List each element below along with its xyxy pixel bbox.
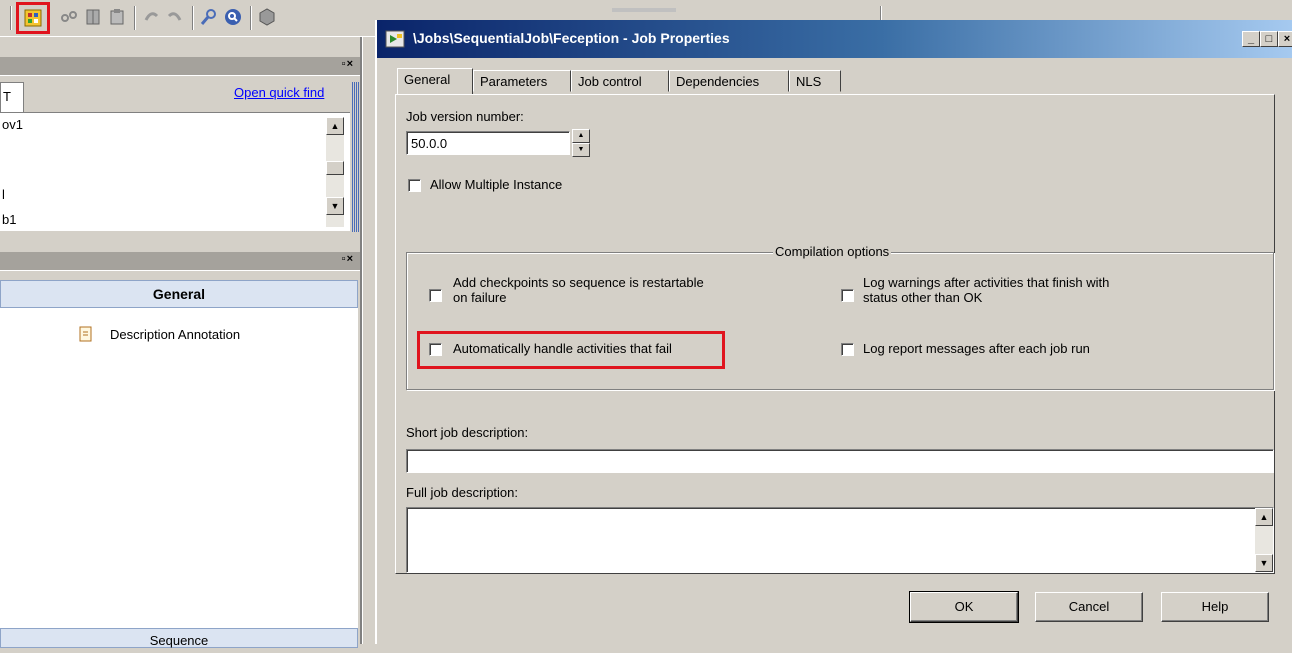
cancel-button[interactable]: Cancel (1035, 592, 1143, 622)
close-icon[interactable]: × (1278, 31, 1292, 47)
palette-sequence-header[interactable]: Sequence (0, 628, 358, 648)
log-report-messages-checkbox[interactable] (841, 343, 854, 356)
pane-splitter[interactable] (360, 37, 363, 644)
scroll-down-icon[interactable]: ▼ (1255, 554, 1273, 572)
general-tab-panel: Job version number: ▲ ▼ Allow Multiple I… (395, 94, 1275, 574)
toolbar-separator (134, 6, 136, 30)
short-description-label: Short job description: (406, 425, 529, 440)
list-item[interactable]: ov1 (2, 117, 23, 132)
allow-multiple-instance-label[interactable]: Allow Multiple Instance (430, 177, 562, 192)
search-icon[interactable] (224, 8, 242, 26)
maximize-icon[interactable]: □ (1260, 31, 1278, 47)
toolbar-separator (10, 6, 12, 30)
repository-scrollbar[interactable]: ▲ ▼ (326, 117, 344, 227)
log-warnings-line1: Log warnings after activities that finis… (863, 275, 1110, 290)
annotation-icon[interactable] (78, 326, 94, 342)
tab-label: Parameters (480, 74, 548, 89)
toolbar-separator (250, 6, 252, 30)
palette-body: Description Annotation (0, 308, 358, 628)
list-item[interactable]: l (2, 187, 5, 202)
scroll-down-icon[interactable]: ▼ (326, 197, 344, 215)
panel-window-buttons[interactable]: ▫× (342, 253, 354, 265)
link-icon[interactable] (60, 8, 78, 26)
repository-list[interactable]: ov1 l b1 ▲ ▼ (0, 112, 350, 231)
log-warnings-line2: status other than OK (863, 290, 983, 305)
short-description-input[interactable] (406, 449, 1274, 473)
job-sequence-icon (385, 30, 405, 48)
panel-window-buttons[interactable]: ▫× (342, 58, 354, 70)
allow-multiple-instance-checkbox[interactable] (408, 179, 421, 192)
tab-job-control[interactable]: Job control (571, 70, 669, 92)
tab-nls[interactable]: NLS (789, 70, 841, 92)
tab-parameters[interactable]: Parameters (473, 70, 571, 92)
redo-icon[interactable] (166, 8, 184, 26)
clipboard-icon[interactable] (108, 8, 126, 26)
add-checkpoints-line1: Add checkpoints so sequence is restartab… (453, 275, 704, 290)
log-report-messages-label[interactable]: Log report messages after each job run (863, 341, 1090, 356)
repository-panel-titlebar: ▫× (0, 57, 360, 76)
tab-label: Dependencies (676, 74, 760, 89)
log-warnings-checkbox[interactable] (841, 289, 854, 302)
job-version-spinner[interactable]: ▲ ▼ (572, 129, 590, 157)
quick-find-splitter[interactable] (352, 82, 360, 232)
auto-handle-failures-checkbox[interactable] (429, 343, 442, 356)
dialog-title: \Jobs\SequentialJob\Feception - Job Prop… (413, 30, 730, 46)
tab-label: NLS (796, 74, 822, 89)
spin-down-icon[interactable]: ▼ (572, 143, 590, 157)
help-button[interactable]: Help (1161, 592, 1269, 622)
full-description-text (407, 508, 1273, 512)
repository-tab[interactable]: T (0, 82, 24, 113)
full-description-label: Full job description: (406, 485, 518, 500)
job-version-input[interactable] (406, 131, 570, 155)
palette-item-label[interactable]: Description Annotation (110, 327, 240, 342)
tab-label: Job control (578, 74, 642, 89)
book-icon[interactable] (84, 8, 102, 26)
compilation-options-group: Compilation options Add checkpoints so s… (406, 244, 1274, 390)
add-checkpoints-line2: on failure (453, 290, 507, 305)
auto-handle-failures-label[interactable]: Automatically handle activities that fai… (453, 341, 672, 356)
scroll-up-icon[interactable]: ▲ (326, 117, 344, 135)
minimize-icon[interactable]: _ (1242, 31, 1260, 47)
full-description-scrollbar[interactable]: ▲ ▼ (1255, 508, 1273, 572)
palette-panel-titlebar: ▫× (0, 252, 360, 271)
log-warnings-label[interactable]: Log warnings after activities that finis… (863, 275, 1109, 305)
ok-button[interactable]: OK (909, 591, 1019, 623)
scroll-thumb[interactable] (326, 161, 344, 175)
tab-dependencies[interactable]: Dependencies (669, 70, 789, 92)
open-quick-find-link[interactable]: Open quick find (234, 85, 324, 100)
job-properties-dialog: \Jobs\SequentialJob\Feception - Job Prop… (375, 20, 1292, 644)
toolbar-properties-icon[interactable] (24, 9, 42, 27)
repository-tab-label: T (3, 89, 11, 104)
full-description-textarea[interactable]: ▲ ▼ (406, 507, 1274, 573)
tab-general[interactable]: General (397, 68, 473, 94)
zoom-icon[interactable] (200, 8, 218, 26)
add-checkpoints-checkbox[interactable] (429, 289, 442, 302)
scroll-up-icon[interactable]: ▲ (1255, 508, 1273, 526)
palette-general-header[interactable]: General (0, 280, 358, 308)
dialog-titlebar[interactable]: \Jobs\SequentialJob\Feception - Job Prop… (377, 20, 1292, 58)
list-item[interactable]: b1 (2, 212, 16, 228)
toolbar-separator (192, 6, 194, 30)
spin-up-icon[interactable]: ▲ (572, 129, 590, 143)
add-checkpoints-label[interactable]: Add checkpoints so sequence is restartab… (453, 275, 704, 305)
compilation-options-legend: Compilation options (773, 244, 892, 259)
package-icon[interactable] (258, 8, 276, 26)
tab-label: General (404, 72, 451, 87)
toolbar-overflow (612, 8, 676, 12)
job-version-label: Job version number: (406, 109, 524, 124)
undo-icon[interactable] (142, 8, 160, 26)
